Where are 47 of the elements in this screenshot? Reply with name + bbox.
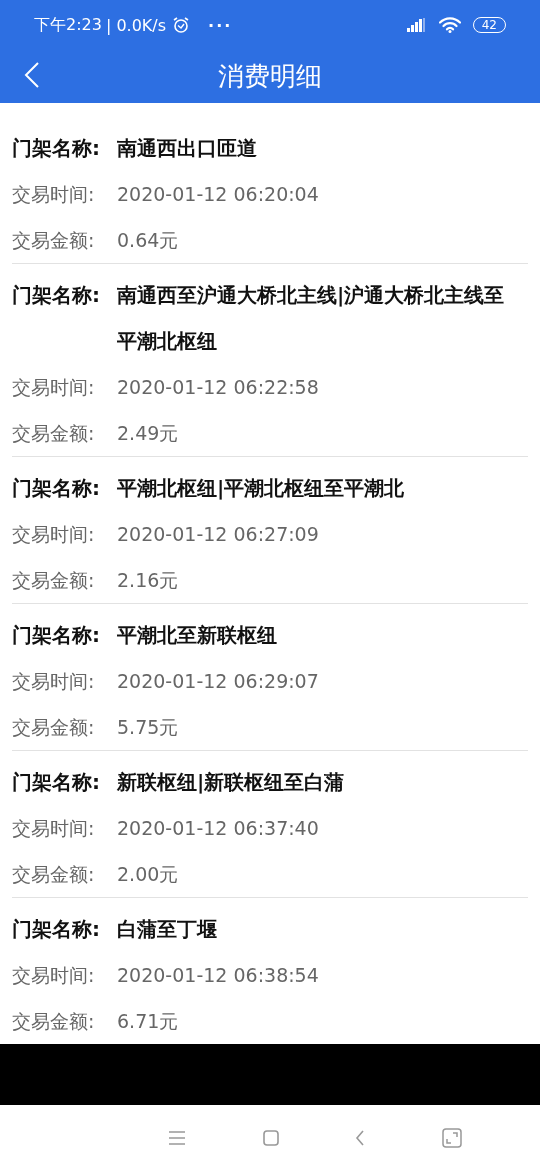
field-label: 交易时间: <box>12 816 96 841</box>
field-label: 交易金额: <box>12 568 96 593</box>
field-label: 交易时间: <box>12 963 96 988</box>
field-label: 门架名称: <box>12 622 101 649</box>
field-value: 2.16元 <box>117 568 180 593</box>
home-icon[interactable] <box>262 1129 279 1146</box>
menu-icon[interactable] <box>168 1130 187 1145</box>
field-value: 6.71元 <box>117 1009 180 1034</box>
field-label: 门架名称: <box>12 916 101 943</box>
field-label: 交易金额: <box>12 715 96 740</box>
field-label: 交易时间: <box>12 375 96 400</box>
field-value: 0.64元 <box>117 228 180 253</box>
field-value: 2020-01-12 06:37:40 <box>117 816 320 841</box>
field-label: 门架名称: <box>12 769 101 796</box>
back-icon[interactable] <box>355 1129 366 1146</box>
alarm-clock-icon <box>172 16 191 34</box>
field-value: 新联枢纽|新联枢纽至白蒲 <box>117 769 346 796</box>
field-label: 交易金额: <box>12 421 96 446</box>
field-value: 平潮北至新联枢纽 <box>117 622 278 649</box>
network-speed: | 0.0K/s <box>105 15 167 35</box>
field-value: 南通西至沪通大桥北主线|沪通大桥北主线至平潮北枢纽 <box>117 282 506 355</box>
more-indicator: ··· <box>208 15 233 35</box>
status-time: 下午2:23 <box>34 14 102 36</box>
field-value: 5.75元 <box>117 715 180 740</box>
expand-icon[interactable] <box>441 1127 462 1148</box>
field-label: 交易金额: <box>12 1009 96 1034</box>
page-title: 消费明细 <box>218 60 322 93</box>
field-value: 白蒲至丁堰 <box>117 916 218 943</box>
field-value: 2.49元 <box>117 421 180 446</box>
field-value: 2020-01-12 06:20:04 <box>117 182 320 207</box>
field-value: 南通西出口匝道 <box>117 135 258 162</box>
field-label: 交易金额: <box>12 228 96 253</box>
field-label: 门架名称: <box>12 475 101 502</box>
signal-icon <box>406 18 427 32</box>
field-label: 门架名称: <box>12 282 101 309</box>
field-value: 2020-01-12 06:38:54 <box>117 963 320 988</box>
field-label: 交易时间: <box>12 522 96 547</box>
field-label: 交易时间: <box>12 669 96 694</box>
field-value: 2020-01-12 06:22:58 <box>117 375 320 400</box>
wifi-icon <box>438 17 461 33</box>
field-value: 2.00元 <box>117 862 180 887</box>
field-label: 交易金额: <box>12 862 96 887</box>
field-value: 平潮北枢纽|平潮北枢纽至平潮北 <box>117 475 406 502</box>
field-label: 交易时间: <box>12 182 96 207</box>
field-label: 门架名称: <box>12 135 101 162</box>
field-value: 2020-01-12 06:29:07 <box>117 669 320 694</box>
field-value: 2020-01-12 06:27:09 <box>117 522 320 547</box>
